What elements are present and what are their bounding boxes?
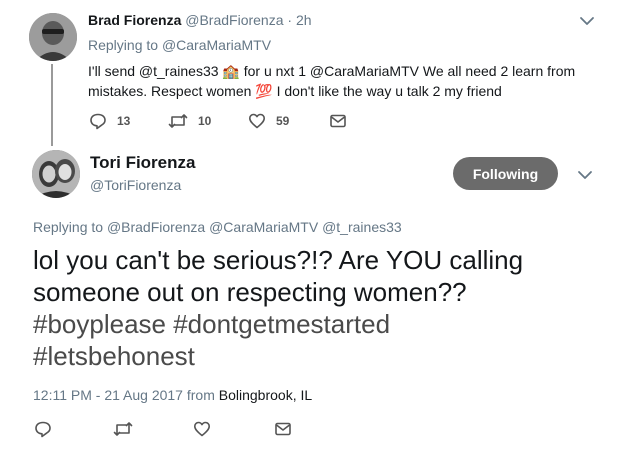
tweet-timestamp[interactable]: 12:11 PM - 21 Aug 2017 bbox=[33, 387, 183, 403]
chevron-down-icon[interactable] bbox=[578, 12, 596, 30]
parent-tweet-text-line: mistakes. Respect women 💯 I don't like t… bbox=[88, 83, 502, 99]
chevron-down-icon[interactable] bbox=[576, 166, 594, 184]
parent-tweet-header: Brad Fiorenza @BradFiorenza · 2h bbox=[88, 12, 312, 28]
main-tweet-text: lol you can't be serious?!? Are YOU call… bbox=[33, 244, 523, 372]
heart-icon bbox=[194, 421, 210, 437]
main-tweet-text-line: someone out on respecting women?? bbox=[33, 277, 467, 307]
parent-author-handle[interactable]: @BradFiorenza bbox=[185, 12, 283, 28]
parent-tweet-text: I'll send @t_raines33 🏫 for u nxt 1 @Car… bbox=[88, 61, 575, 101]
main-tweet-text-line: lol you can't be serious?!? Are YOU call… bbox=[33, 245, 524, 275]
replying-to-label: Replying to bbox=[88, 37, 159, 53]
parent-tweet-text-line: I'll send @t_raines33 🏫 for u nxt 1 @Car… bbox=[88, 63, 576, 79]
retweet-count: 10 bbox=[198, 114, 212, 128]
direct-message-button[interactable] bbox=[329, 112, 347, 130]
retweet-icon bbox=[168, 114, 188, 128]
main-author-handle[interactable]: @ToriFiorenza bbox=[90, 177, 181, 193]
retweet-button[interactable]: 10 bbox=[168, 112, 211, 130]
main-author-avatar[interactable] bbox=[32, 150, 80, 198]
retweet-icon bbox=[113, 422, 133, 436]
thread-connector-line bbox=[51, 64, 53, 146]
parent-tweet-time[interactable]: 2h bbox=[296, 12, 312, 28]
main-author-name[interactable]: Tori Fiorenza bbox=[90, 153, 195, 173]
following-button[interactable]: Following bbox=[453, 157, 558, 190]
replying-to-label: Replying to bbox=[33, 219, 104, 235]
reply-button[interactable] bbox=[34, 420, 52, 438]
replying-to-handles[interactable]: @BradFiorenza @CaraMariaMTV @t_raines33 bbox=[107, 219, 402, 235]
parent-author-name[interactable]: Brad Fiorenza bbox=[88, 12, 181, 28]
reply-count: 13 bbox=[117, 114, 131, 128]
hashtag-line[interactable]: #letsbehonest bbox=[33, 340, 523, 372]
parent-author-avatar[interactable] bbox=[29, 13, 77, 61]
reply-icon bbox=[35, 421, 51, 438]
envelope-icon bbox=[330, 114, 346, 128]
like-button[interactable]: 59 bbox=[248, 112, 289, 130]
retweet-button[interactable] bbox=[113, 420, 133, 438]
tweet-metadata: 12:11 PM - 21 Aug 2017 from Bolingbrook,… bbox=[33, 387, 312, 403]
tweet-location[interactable]: Bolingbrook, IL bbox=[219, 387, 312, 403]
replying-to-handle[interactable]: @CaraMariaMTV bbox=[162, 37, 271, 53]
heart-icon bbox=[249, 113, 265, 129]
parent-replying-to: Replying to @CaraMariaMTV bbox=[88, 37, 271, 53]
reply-icon bbox=[90, 113, 106, 130]
like-count: 59 bbox=[276, 114, 290, 128]
from-label: from bbox=[186, 387, 215, 403]
hashtag-line[interactable]: #boyplease #dontgetmestarted bbox=[33, 308, 523, 340]
envelope-icon bbox=[275, 422, 291, 436]
reply-button[interactable]: 13 bbox=[89, 112, 130, 130]
header-separator: · bbox=[287, 12, 293, 28]
direct-message-button[interactable] bbox=[274, 420, 292, 438]
like-button[interactable] bbox=[193, 420, 211, 438]
main-replying-to: Replying to @BradFiorenza @CaraMariaMTV … bbox=[33, 219, 402, 235]
